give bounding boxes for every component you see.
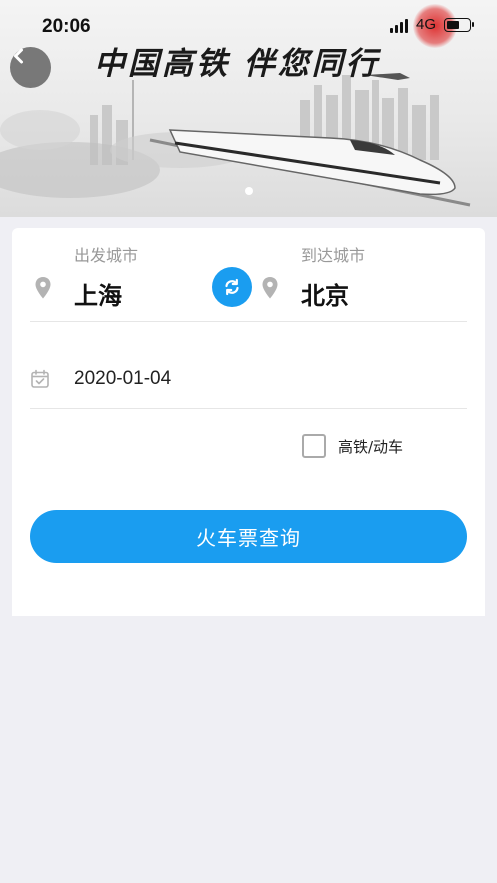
network-type: 4G — [415, 16, 436, 33]
ticket-search-button[interactable]: 火车票查询 — [30, 510, 467, 563]
divider — [30, 321, 467, 322]
booking-card: 出发城市 上海 到达城市 北京 2020-01-04 高铁/动车 火车票查询 — [12, 228, 485, 616]
arrival-city-field[interactable]: 到达城市 北京 — [301, 242, 365, 311]
date-value: 2020-01-04 — [74, 368, 172, 389]
departure-city-field[interactable]: 出发城市 上海 — [74, 242, 138, 311]
swap-cities-button[interactable] — [212, 267, 252, 307]
status-bar-right: 4G — [389, 16, 474, 33]
departure-city[interactable]: 上海 — [74, 276, 138, 311]
high-speed-filter[interactable]: 高铁/动车 — [302, 434, 403, 458]
location-pin-icon — [262, 277, 278, 299]
carousel-indicator — [0, 187, 497, 195]
calendar-icon — [31, 369, 49, 388]
carousel-dot-active[interactable] — [244, 187, 253, 195]
date-field[interactable]: 2020-01-04 — [30, 350, 467, 408]
back-arrow-icon — [14, 48, 23, 64]
arrival-label: 到达城市 — [301, 246, 366, 265]
swap-icon — [225, 278, 239, 296]
arrival-city[interactable]: 北京 — [301, 276, 365, 311]
battery-icon — [444, 17, 474, 32]
high-speed-label: 高铁/动车 — [338, 437, 404, 456]
back-button[interactable] — [10, 47, 51, 88]
signal-icon — [389, 17, 408, 33]
banner-slogan: 中国高铁 伴您同行 — [94, 46, 380, 82]
status-time: 20:06 — [42, 16, 91, 37]
divider — [30, 408, 467, 409]
banner: 20:06 4G 中国高铁 伴您同行 — [0, 0, 497, 217]
location-pin-icon — [35, 277, 51, 299]
high-speed-checkbox[interactable] — [302, 434, 326, 458]
departure-label: 出发城市 — [74, 246, 139, 265]
